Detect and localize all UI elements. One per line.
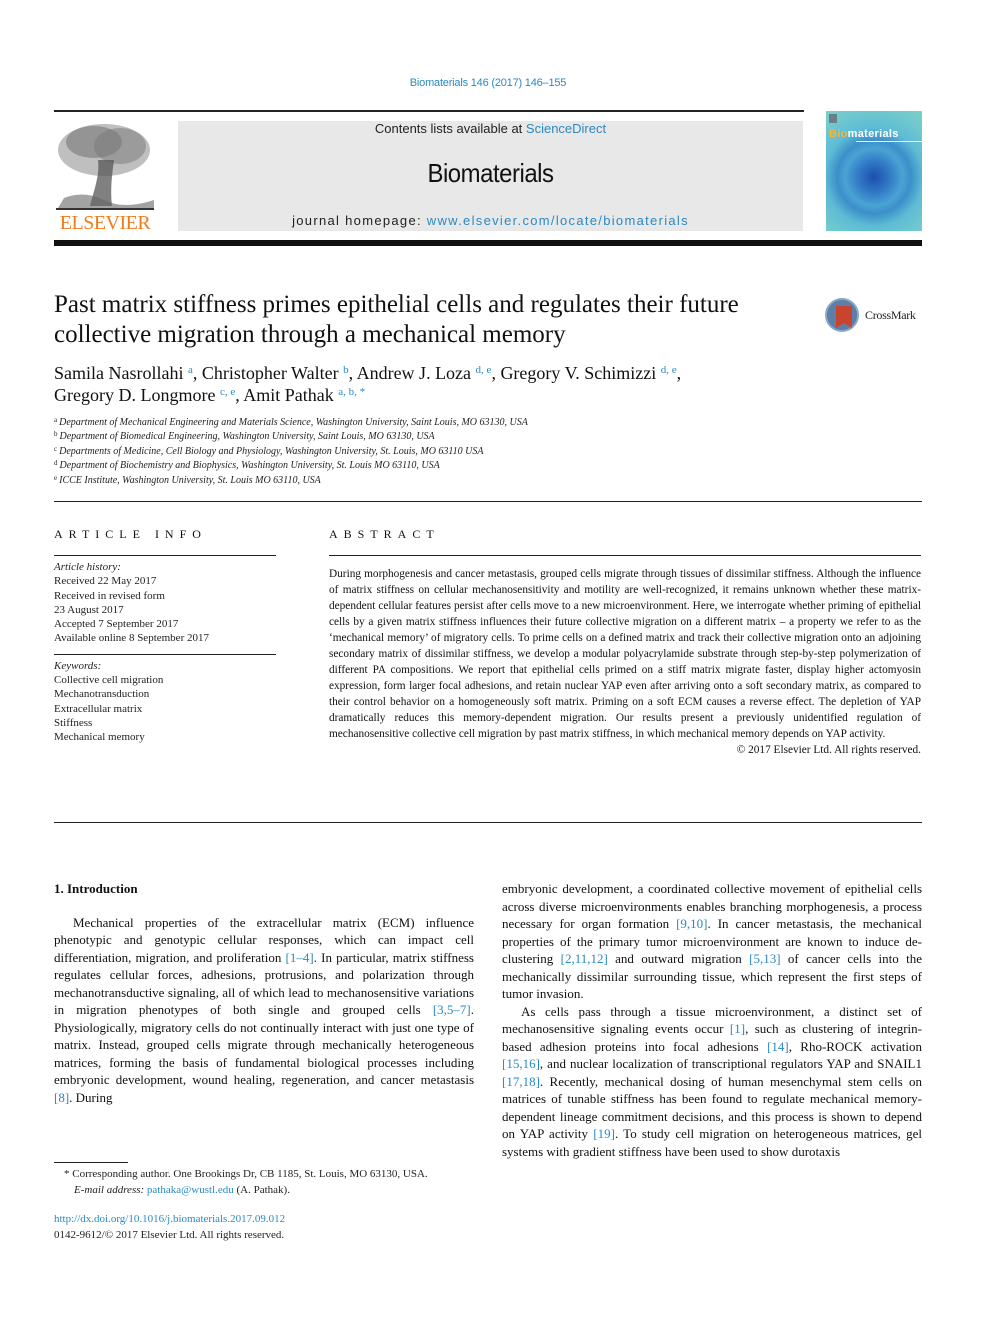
journal-banner: Contents lists available at ScienceDirec… xyxy=(178,121,803,231)
header-thick-rule xyxy=(54,240,922,246)
citation-link[interactable]: [5,13] xyxy=(749,951,780,966)
abstract-text: During morphogenesis and cancer metastas… xyxy=(329,568,921,740)
contents-prefix: Contents lists available at xyxy=(374,121,526,136)
introduction-heading: 1. Introduction xyxy=(54,881,138,896)
abstract-heading: ABSTRACT xyxy=(329,527,440,541)
author[interactable]: Christopher Walter b xyxy=(202,363,349,383)
citation-link[interactable]: [1–4] xyxy=(286,950,314,965)
abstract: ABSTRACT During morphogenesis and cancer… xyxy=(329,527,921,758)
history-item: Received 22 May 2017 xyxy=(54,575,157,588)
article-title: Past matrix stiffness primes epithelial … xyxy=(54,291,739,348)
citation-link[interactable]: [2,11,12] xyxy=(561,951,608,966)
homepage-link[interactable]: www.elsevier.com/locate/biomaterials xyxy=(427,213,689,228)
article-info: ARTICLE INFO Article history: Received 2… xyxy=(54,527,276,745)
section-rule xyxy=(54,501,922,502)
author[interactable]: Andrew J. Loza d, e xyxy=(357,363,492,383)
elsevier-wordmark: ELSEVIER xyxy=(59,212,151,234)
citation-link[interactable]: [1] xyxy=(730,1021,745,1036)
crossmark-icon xyxy=(825,298,859,332)
sciencedirect-link[interactable]: ScienceDirect xyxy=(526,121,606,136)
elsevier-logo[interactable]: ELSEVIER xyxy=(54,120,156,235)
author-list: Samila Nasrollahi a, Christopher Walter … xyxy=(54,363,682,405)
abstract-copyright: © 2017 Elsevier Ltd. All rights reserved… xyxy=(736,744,921,756)
affiliation: e ICCE Institute, Washington University, … xyxy=(54,473,321,486)
article-info-rule xyxy=(54,555,276,556)
email-label: E-mail address: xyxy=(74,1184,145,1196)
paragraph-text: , and nuclear localization of transcript… xyxy=(539,1056,922,1071)
citation-link[interactable]: [8] xyxy=(54,1090,69,1105)
article-history: Article history: Received 22 May 2017 Re… xyxy=(54,560,276,646)
cover-title-rest: materials xyxy=(847,128,899,140)
journal-citation-link[interactable]: Biomaterials 146 (2017) 146–155 xyxy=(0,77,976,89)
body-column-left: 1. Introduction Mechanical properties of… xyxy=(54,880,474,1106)
history-item: Received in revised form xyxy=(54,589,165,602)
journal-cover-thumbnail[interactable]: Biomaterials xyxy=(826,111,922,231)
author-affiliation-ref[interactable]: d, e xyxy=(661,364,677,376)
intro-paragraph: embryonic development, a coordinated col… xyxy=(502,880,922,1003)
cover-title: Biomaterials xyxy=(829,128,899,140)
issn-line: 0142-9612/© 2017 Elsevier Ltd. All right… xyxy=(54,1229,285,1241)
footnote-rule xyxy=(54,1162,128,1163)
section-rule xyxy=(54,822,922,823)
corresponding-text: Corresponding author. One Brookings Dr, … xyxy=(69,1168,428,1180)
email-suffix: (A. Pathak). xyxy=(233,1184,290,1196)
keyword: Mechanotransduction xyxy=(54,688,150,701)
citation-link[interactable]: [17,18] xyxy=(502,1074,540,1089)
paragraph-text: and outward migration xyxy=(607,951,750,966)
affiliation: d Department of Biochemistry and Biophysi… xyxy=(54,459,440,472)
author[interactable]: Amit Pathak a, b, * xyxy=(243,385,365,405)
paragraph-text: , Rho-ROCK activation xyxy=(788,1038,922,1054)
crossmark-label: CrossMark xyxy=(865,308,916,322)
keywords-label: Keywords: xyxy=(54,659,102,672)
history-item: Accepted 7 September 2017 xyxy=(54,618,179,631)
author[interactable]: Gregory V. Schimizzi d, e xyxy=(500,363,676,383)
author[interactable]: Gregory D. Longmore c, e xyxy=(54,385,235,405)
citation-link[interactable]: [14] xyxy=(767,1039,789,1054)
keyword: Stiffness xyxy=(54,716,93,729)
citation-link[interactable]: [15,16] xyxy=(502,1056,540,1071)
homepage-line: journal homepage: www.elsevier.com/locat… xyxy=(178,213,803,228)
intro-paragraph: Mechanical properties of the extracellul… xyxy=(54,914,474,1107)
abstract-rule xyxy=(329,555,921,556)
cover-title-accent: Bio xyxy=(829,128,848,140)
article-history-label: Article history: xyxy=(54,561,121,573)
citation-link[interactable]: [19] xyxy=(593,1126,615,1141)
header-rule xyxy=(54,110,804,112)
keyword: Collective cell migration xyxy=(54,674,164,687)
history-item: Available online 8 September 2017 xyxy=(54,632,209,645)
history-item: 23 August 2017 xyxy=(54,603,124,616)
keyword: Mechanical memory xyxy=(54,731,145,744)
author-affiliation-ref[interactable]: a, b, * xyxy=(338,386,365,398)
paragraph-text: . During xyxy=(69,1089,113,1105)
homepage-prefix: journal homepage: xyxy=(292,213,427,228)
intro-paragraph: As cells pass through a tissue microenvi… xyxy=(502,1003,922,1161)
contents-line: Contents lists available at ScienceDirec… xyxy=(178,121,803,136)
body-column-right: embryonic development, a coordinated col… xyxy=(502,880,922,1160)
tree-icon xyxy=(56,124,154,210)
citation-link[interactable]: [3,5–7] xyxy=(433,1002,471,1017)
corresponding-author-footnote: * Corresponding author. One Brookings Dr… xyxy=(54,1166,484,1198)
doi-link[interactable]: http://dx.doi.org/10.1016/j.biomaterials… xyxy=(54,1211,484,1227)
author[interactable]: Samila Nasrollahi a xyxy=(54,363,193,383)
author-affiliation-ref[interactable]: c, e xyxy=(220,386,235,398)
crossmark-badge[interactable]: CrossMark xyxy=(823,296,923,336)
author-affiliation-ref[interactable]: d, e xyxy=(476,364,492,376)
affiliation-list: a Department of Mechanical Engineering an… xyxy=(54,416,754,488)
keyword: Extracellular matrix xyxy=(54,702,143,715)
affiliation: c Departments of Medicine, Cell Biology a… xyxy=(54,444,484,457)
journal-name: Biomaterials xyxy=(427,158,554,188)
keywords-rule xyxy=(54,653,276,655)
affiliation: b Department of Biomedical Engineering, W… xyxy=(54,430,435,443)
affiliation: a Department of Mechanical Engineering an… xyxy=(54,416,528,429)
cover-rule xyxy=(856,141,922,142)
keywords: Keywords: Collective cell migration Mech… xyxy=(54,659,276,745)
citation-link[interactable]: [9,10] xyxy=(676,916,707,931)
doi-block: http://dx.doi.org/10.1016/j.biomaterials… xyxy=(54,1211,484,1243)
cover-publisher-icon xyxy=(829,114,837,123)
article-info-heading: ARTICLE INFO xyxy=(54,527,207,541)
email-link[interactable]: pathaka@wustl.edu xyxy=(147,1184,234,1196)
